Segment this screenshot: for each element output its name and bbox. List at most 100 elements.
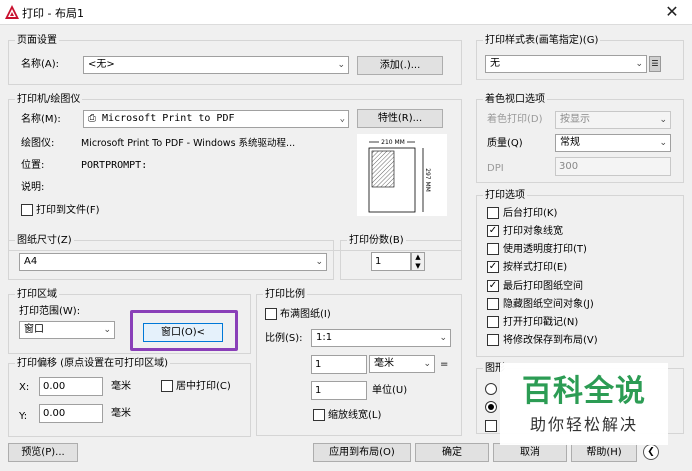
paper-size-title: 图纸尺寸(Z) — [15, 234, 74, 247]
landscape-radio[interactable] — [485, 401, 497, 413]
page-setup-name-label: 名称(A): — [21, 59, 60, 70]
plot-style-title: 打印样式表(画笔指定)(G) — [483, 34, 601, 47]
watermark-title: 百科全说 — [522, 374, 646, 409]
scale-dropdown[interactable]: 1:1 ⌄ — [311, 329, 451, 347]
shade-plot-label: 着色打印(D) — [487, 114, 543, 125]
copies-title: 打印份数(B) — [347, 234, 406, 247]
watermark-subtitle: 助你轻松解决 — [529, 415, 638, 434]
plot-stamp-label: 打开打印戳记(N) — [503, 317, 579, 328]
printer-icon: ⎙ — [88, 113, 96, 124]
plot-style-group: 打印样式表(画笔指定)(G) 无 ⌄ ☰ — [476, 34, 684, 80]
background-plot-label: 后台打印(K) — [503, 208, 558, 219]
center-plot-label: 居中打印(C) — [176, 381, 231, 392]
plot-transparency-checkbox[interactable] — [487, 243, 499, 255]
plot-paperspace-last-checkbox[interactable] — [487, 280, 499, 292]
shaded-viewport-group: 着色视口选项 着色打印(D) 按显示 ⌄ 质量(Q) 常规 ⌄ DPI 300 — [476, 93, 684, 183]
plotter-value: Microsoft Print To PDF - Windows 系统驱动程..… — [81, 138, 296, 149]
chevron-down-icon: ⌄ — [439, 333, 447, 343]
watermark: 百科全说 助你轻松解决 — [500, 363, 668, 445]
save-changes-to-layout-checkbox[interactable] — [487, 334, 499, 346]
add-page-setup-button[interactable]: 添加(.)... — [357, 56, 443, 75]
offset-x-unit: 毫米 — [111, 381, 131, 392]
shade-plot-dropdown[interactable]: 按显示 ⌄ — [555, 111, 671, 129]
center-plot-checkbox[interactable] — [161, 380, 173, 392]
scale-unit-value: 毫米 — [374, 358, 394, 369]
more-options-icon[interactable]: ❮ — [643, 444, 659, 460]
printer-name-value: Microsoft Print to PDF — [102, 113, 235, 124]
plot-options-group: 打印选项 后台打印(K) 打印对象线宽 使用透明度打印(T) 按样式打印(E) … — [476, 189, 684, 357]
hide-paperspace-objects-checkbox[interactable] — [487, 298, 499, 310]
plot-stamp-checkbox[interactable] — [487, 316, 499, 328]
scale-paper-units-input[interactable]: 1 — [311, 355, 367, 374]
scale-unit-dropdown[interactable]: 毫米 ⌄ — [369, 355, 435, 373]
paper-size-dropdown[interactable]: A4 ⌄ — [19, 253, 327, 271]
quality-label: 质量(Q) — [487, 138, 523, 149]
save-changes-to-layout-label: 将修改保存到布局(V) — [503, 335, 598, 346]
preview-button[interactable]: 预览(P)... — [8, 443, 78, 462]
spin-up-icon[interactable]: ▲ — [412, 253, 424, 262]
plot-paperspace-last-label: 最后打印图纸空间 — [503, 281, 583, 292]
background-plot-checkbox[interactable] — [487, 207, 499, 219]
printer-properties-button[interactable]: 特性(R)... — [357, 109, 443, 128]
apply-to-layout-button[interactable]: 应用到布局(O) — [313, 443, 411, 462]
print-range-dropdown[interactable]: 窗口 ⌄ — [19, 321, 115, 339]
preview-width-label: 210 MM — [381, 139, 405, 146]
copies-spinner[interactable]: ▲ ▼ — [411, 252, 425, 271]
offset-x-label: X: — [19, 382, 30, 393]
offset-x-input[interactable]: 0.00 — [39, 377, 103, 396]
scale-label: 比例(S): — [265, 333, 303, 344]
description-label: 说明: — [21, 182, 45, 193]
ok-button[interactable]: 确定 — [415, 443, 489, 462]
plot-style-dropdown[interactable]: 无 ⌄ — [485, 55, 647, 73]
print-to-file-checkbox[interactable] — [21, 204, 33, 216]
chevron-down-icon: ⌄ — [423, 359, 431, 369]
fit-to-paper-checkbox[interactable] — [265, 308, 277, 320]
quality-dropdown[interactable]: 常规 ⌄ — [555, 134, 671, 152]
location-label: 位置: — [21, 160, 45, 171]
page-setup-name-dropdown[interactable]: <无> ⌄ — [83, 56, 349, 74]
help-button[interactable]: 帮助(H) — [571, 443, 637, 462]
dialog-body: 页面设置 名称(A): <无> ⌄ 添加(.)... 打印机/绘图仪 名称(M)… — [0, 24, 692, 471]
print-offset-group: 打印偏移 (原点设置在可打印区域) X: 0.00 毫米 居中打印(C) Y: … — [8, 357, 251, 437]
printer-group: 打印机/绘图仪 名称(M): ⎙ Microsoft Print to PDF … — [8, 93, 462, 251]
chevron-down-icon: ⌄ — [659, 115, 667, 125]
scale-value: 1:1 — [316, 332, 333, 343]
dpi-input[interactable]: 300 — [555, 157, 671, 176]
scale-drawing-units-input[interactable]: 1 — [311, 381, 367, 400]
spin-down-icon[interactable]: ▼ — [412, 262, 424, 271]
close-button[interactable]: ✕ — [662, 2, 682, 22]
dpi-label: DPI — [487, 163, 504, 174]
offset-y-label: Y: — [19, 411, 28, 422]
chevron-down-icon: ⌄ — [315, 257, 323, 267]
edit-plot-style-icon[interactable]: ☰ — [649, 56, 661, 72]
cancel-button[interactable]: 取消 — [493, 443, 567, 462]
scale-lineweights-checkbox[interactable] — [313, 409, 325, 421]
window-button-highlight: 窗口(O)< — [130, 310, 238, 351]
window-title: 打印 - 布局1 — [22, 7, 84, 20]
plotter-label: 绘图仪: — [21, 138, 55, 149]
equals-sign: = — [440, 359, 449, 370]
window-select-button[interactable]: 窗口(O)< — [143, 323, 223, 342]
upside-down-checkbox[interactable] — [485, 420, 497, 432]
print-scale-group: 打印比例 布满图纸(I) 比例(S): 1:1 ⌄ 1 毫米 ⌄ = 1 单位(… — [256, 288, 462, 436]
fit-to-paper-label: 布满图纸(I) — [280, 309, 331, 320]
drawing-units-label: 单位(U) — [372, 385, 408, 396]
paper-size-value: A4 — [24, 256, 38, 267]
print-offset-title: 打印偏移 (原点设置在可打印区域) — [15, 357, 170, 370]
chevron-down-icon: ⌄ — [659, 138, 667, 148]
copies-input[interactable]: 1 — [371, 252, 411, 271]
offset-y-input[interactable]: 0.00 — [39, 404, 103, 423]
printer-name-dropdown[interactable]: ⎙ Microsoft Print to PDF ⌄ — [83, 110, 349, 128]
chevron-down-icon: ⌄ — [337, 60, 345, 70]
portrait-radio[interactable] — [485, 383, 497, 395]
print-range-label: 打印范围(W): — [19, 306, 81, 317]
plot-lineweights-label: 打印对象线宽 — [503, 226, 563, 237]
title-bar: 打印 - 布局1 ✕ — [0, 0, 692, 24]
plot-options-title: 打印选项 — [483, 189, 527, 202]
preview-height-label: 297 MM — [424, 168, 431, 192]
plot-with-styles-checkbox[interactable] — [487, 261, 499, 273]
print-to-file-label: 打印到文件(F) — [36, 205, 100, 216]
paper-size-group: 图纸尺寸(Z) A4 ⌄ — [8, 234, 334, 280]
plot-lineweights-checkbox[interactable] — [487, 225, 499, 237]
print-area-title: 打印区域 — [15, 288, 59, 301]
